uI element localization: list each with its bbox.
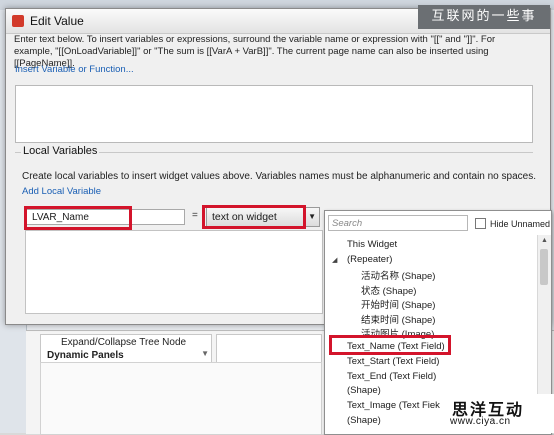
background-property-box	[216, 334, 322, 364]
widget-option-text-end[interactable]: Text_End (Text Field)	[347, 371, 436, 382]
widget-option-shape[interactable]: 活动名称 (Shape)	[361, 268, 435, 282]
watermark-top: 互联网的一些事	[418, 5, 550, 29]
watermark-bottom-url: www.ciya.cn	[450, 416, 511, 427]
scrollbar-thumb[interactable]	[540, 249, 548, 285]
widget-option-text-image[interactable]: Text_Image (Text Fiek	[347, 400, 440, 411]
scroll-up-icon[interactable]: ▲	[541, 237, 548, 244]
widget-option-text-name[interactable]: Text_Name (Text Field)	[347, 341, 445, 352]
widget-option-this-widget[interactable]: This Widget	[347, 239, 397, 250]
equals-sign: =	[192, 210, 198, 221]
local-variables-description: Create local variables to insert widget …	[22, 171, 536, 182]
widget-option-repeater[interactable]: (Repeater)	[347, 254, 392, 265]
local-variables-list	[25, 230, 323, 314]
widget-option-shape[interactable]: (Shape)	[347, 415, 381, 426]
variable-type-value: text on widget	[212, 211, 277, 223]
widget-option-shape[interactable]: 开始时间 (Shape)	[361, 297, 435, 311]
widget-option-image[interactable]: 活动图片 (Image)	[361, 326, 434, 340]
dialog-title: Edit Value	[30, 14, 84, 28]
local-variables-legend: Local Variables	[21, 145, 100, 157]
expression-textarea[interactable]	[15, 85, 533, 143]
widget-option-shape[interactable]: (Shape)	[347, 385, 381, 396]
widget-option-shape[interactable]: 状态 (Shape)	[361, 283, 416, 297]
background-lower-area	[40, 362, 322, 435]
hide-unnamed-label: Hide Unnamed	[490, 219, 551, 229]
widget-tree: Expand/Collapse Tree Node Dynamic Panels…	[40, 334, 212, 364]
hide-unnamed-checkbox[interactable]: Hide Unnamed	[475, 218, 550, 229]
checkbox-box[interactable]	[475, 218, 486, 229]
collapse-triangle-icon[interactable]: ◢	[332, 256, 337, 264]
widget-option-text-start[interactable]: Text_Start (Text Field)	[347, 356, 439, 367]
tree-scroll-down-icon[interactable]: ▼	[201, 349, 209, 358]
app-icon	[12, 15, 24, 27]
tree-item-expand-collapse[interactable]: Expand/Collapse Tree Node	[61, 337, 186, 348]
insert-variable-link[interactable]: Insert Variable or Function...	[15, 64, 134, 75]
add-local-variable-link[interactable]: Add Local Variable	[22, 186, 101, 197]
variable-name-input[interactable]: LVAR_Name	[25, 209, 185, 225]
dropdown-arrow-icon[interactable]: ▼	[308, 212, 316, 221]
widget-search-input[interactable]: Search	[328, 215, 468, 231]
widget-option-shape[interactable]: 结束时间 (Shape)	[361, 312, 435, 326]
variable-type-select[interactable]: text on widget ▼	[206, 207, 320, 227]
tree-item-dynamic-panels[interactable]: Dynamic Panels	[47, 350, 124, 361]
watermark-bottom: 思洋互动 www.ciya.cn	[440, 394, 554, 433]
